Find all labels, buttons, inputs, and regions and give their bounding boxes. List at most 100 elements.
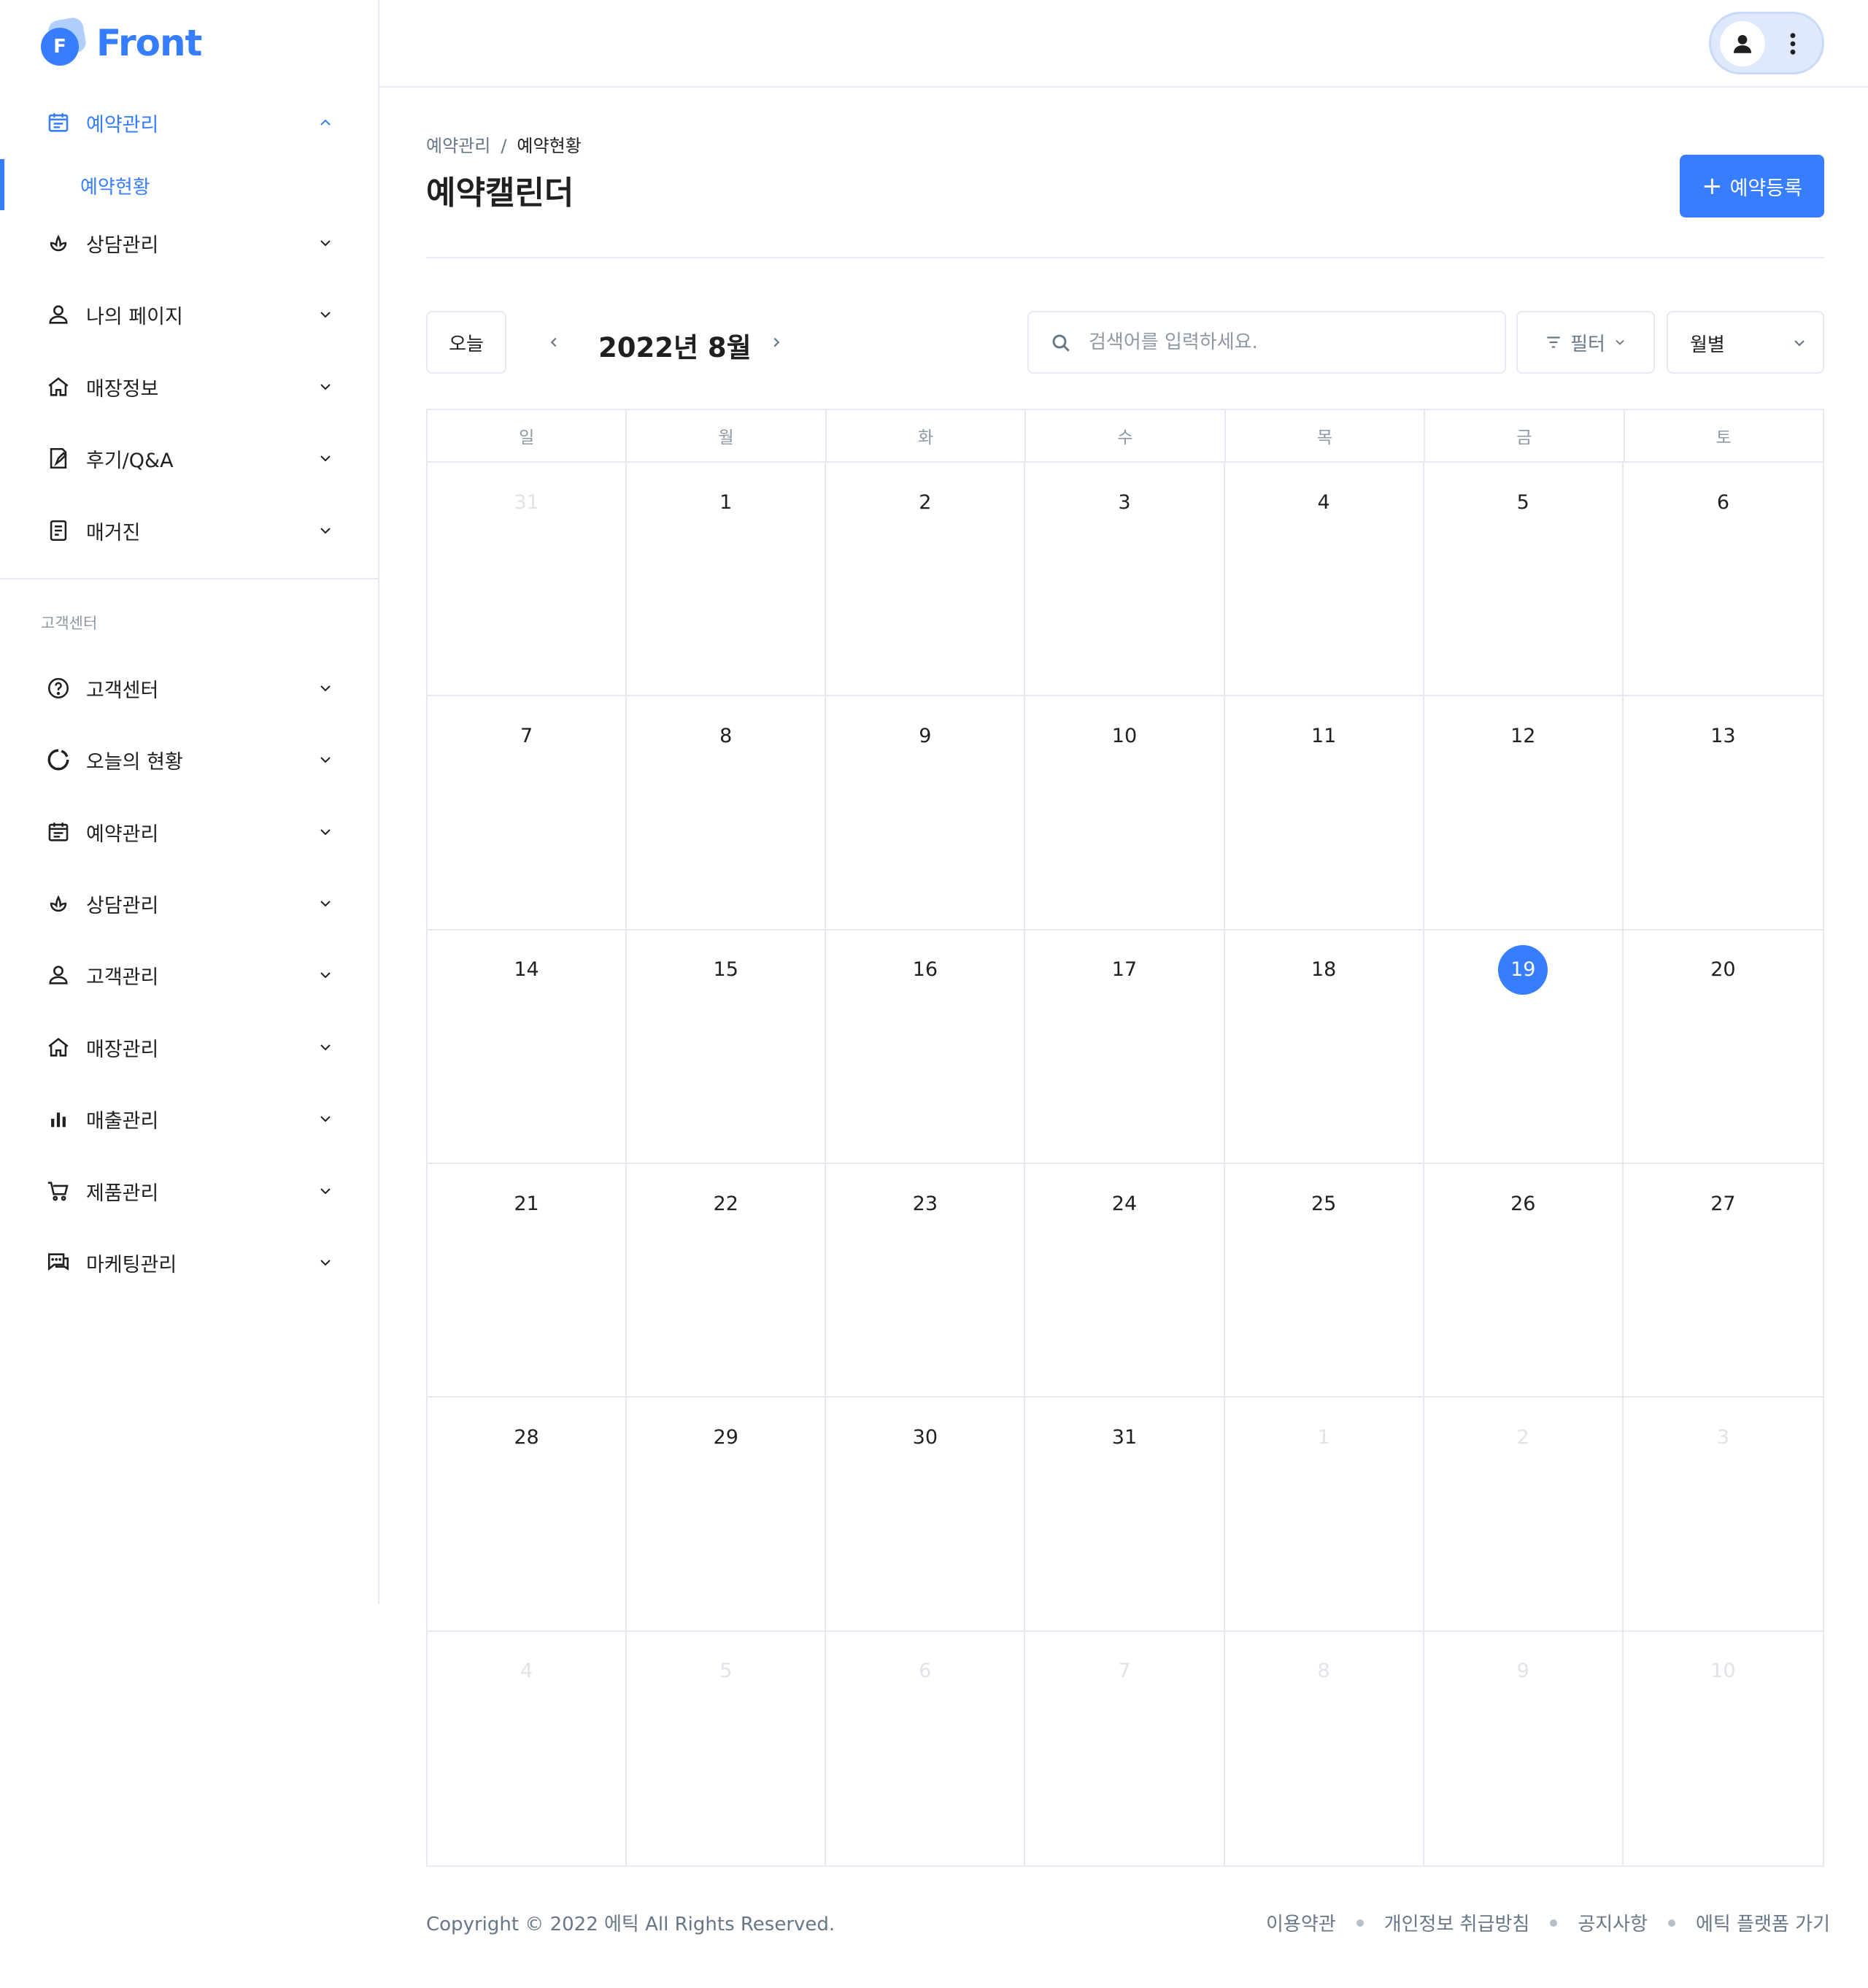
sidebar-item-magazine[interactable]: 매거진: [0, 509, 379, 552]
calendar-day[interactable]: 11: [1224, 696, 1424, 931]
chevron-down-icon: [320, 972, 331, 979]
sidebar-item-store-management[interactable]: 매장관리: [0, 1025, 379, 1069]
calendar-day[interactable]: 8: [1225, 1631, 1424, 1865]
calendar-day[interactable]: 23: [826, 1164, 1026, 1398]
calendar-day[interactable]: 5: [1424, 463, 1624, 697]
person-icon: [45, 301, 72, 328]
view-mode-select[interactable]: 월별: [1667, 311, 1824, 374]
weekday-fri: 금: [1425, 410, 1625, 461]
chevron-down-icon: [320, 384, 331, 390]
sidebar-item-today-status[interactable]: 오늘의 현황: [0, 738, 379, 782]
calendar-day[interactable]: 4: [428, 1631, 628, 1865]
calendar-day[interactable]: 1: [627, 463, 827, 697]
calendar-day[interactable]: 1: [1224, 1398, 1424, 1632]
calendar-day[interactable]: 10: [1025, 696, 1225, 931]
search-input[interactable]: [1089, 325, 1490, 359]
calendar-day[interactable]: 8: [627, 696, 827, 931]
calendar-day[interactable]: 10: [1624, 1632, 1823, 1865]
today-button[interactable]: 오늘: [426, 311, 506, 374]
calendar-day[interactable]: 9: [826, 696, 1026, 931]
calendar-day[interactable]: 25: [1224, 1164, 1424, 1398]
sidebar-item-label: 오늘의 현황: [86, 750, 183, 774]
sidebar-item-reservation[interactable]: 예약관리: [0, 101, 379, 145]
calendar-day[interactable]: 4: [1224, 463, 1424, 697]
calendar-day[interactable]: 28: [428, 1398, 628, 1632]
footer-link-terms[interactable]: 이용약관: [1266, 1909, 1336, 1936]
calendar-day[interactable]: 6: [1623, 463, 1823, 697]
calendar-day-today[interactable]: 19: [1424, 930, 1624, 1164]
chevron-down-icon: [320, 455, 331, 462]
calendar-day[interactable]: 18: [1224, 930, 1424, 1164]
calendar-day[interactable]: 27: [1623, 1164, 1823, 1398]
footer-separator: [1668, 1919, 1676, 1927]
account-menu[interactable]: [1709, 12, 1824, 74]
calendar-day[interactable]: 2: [1424, 1398, 1624, 1632]
calendar-day[interactable]: 31: [428, 463, 628, 697]
day-number: 15: [713, 958, 738, 982]
calendar-day[interactable]: 15: [627, 930, 827, 1164]
weekday-sun: 일: [428, 410, 628, 461]
sidebar-subitem-reservation-status[interactable]: 예약현황: [0, 159, 379, 210]
calendar-day[interactable]: 3: [1025, 463, 1225, 697]
calendar-day[interactable]: 7: [428, 696, 628, 931]
sidebar-item-my-page[interactable]: 나의 페이지: [0, 293, 379, 336]
footer-link-platform[interactable]: 에틱 플랫폼 가기: [1696, 1909, 1830, 1936]
calendar-grid: 31 1 2 3 4 5 6 7 8 9 10 11 12 13 14 15 16 17 18 19 20 21 22 23 2…: [428, 463, 1823, 1865]
home-icon: [45, 374, 72, 400]
prev-month-button[interactable]: [541, 330, 566, 355]
calendar-day[interactable]: 12: [1424, 696, 1624, 931]
calendar-day[interactable]: 6: [826, 1631, 1026, 1865]
brand-logo[interactable]: F Front: [38, 16, 202, 67]
progress-icon: [45, 747, 72, 773]
sidebar-item-customers[interactable]: 고객관리: [0, 953, 379, 997]
day-number: 7: [1118, 1660, 1131, 1683]
calendar-day[interactable]: 30: [826, 1398, 1026, 1632]
plus-icon: +: [1702, 172, 1723, 201]
calendar-day[interactable]: 14: [428, 930, 628, 1164]
calendar-day[interactable]: 13: [1623, 696, 1823, 931]
calendar-day[interactable]: 7: [1025, 1631, 1225, 1865]
view-mode-value: 월별: [1690, 334, 1725, 356]
day-number: 30: [912, 1425, 938, 1449]
sidebar-item-label: 고객센터: [86, 679, 159, 702]
sidebar-item-marketing[interactable]: 마케팅관리: [0, 1241, 379, 1284]
day-number: 27: [1710, 1192, 1736, 1215]
calendar-day[interactable]: 17: [1025, 930, 1225, 1164]
sidebar-section-title: 고객센터: [41, 614, 98, 632]
calendar-day[interactable]: 3: [1623, 1398, 1823, 1632]
footer-link-privacy[interactable]: 개인정보 취급방침: [1384, 1909, 1530, 1936]
day-number: 19: [1498, 944, 1548, 995]
footer-link-notice[interactable]: 공지사항: [1578, 1909, 1648, 1936]
sidebar-item-customer-center[interactable]: 고객센터: [0, 666, 379, 710]
calendar-day[interactable]: 9: [1424, 1631, 1624, 1865]
calendar-day[interactable]: 29: [627, 1398, 827, 1632]
calendar-day[interactable]: 21: [428, 1164, 628, 1398]
breadcrumb-parent[interactable]: 예약관리: [426, 136, 490, 156]
filter-button[interactable]: 필터: [1516, 311, 1655, 374]
calendar-day[interactable]: 22: [627, 1164, 827, 1398]
user-icon[interactable]: [1720, 21, 1765, 66]
sidebar-item-consultation[interactable]: 상담관리: [0, 221, 379, 265]
weekday-mon: 월: [627, 410, 827, 461]
kebab-icon[interactable]: [1784, 30, 1802, 58]
chevron-down-icon: [320, 901, 331, 907]
current-month: 2022년 8월: [598, 332, 752, 363]
sidebar-item-consultation-2[interactable]: 상담관리: [0, 882, 379, 925]
sidebar-item-store-info[interactable]: 매장정보: [0, 365, 379, 409]
calendar-day[interactable]: 16: [826, 930, 1026, 1164]
calendar-day[interactable]: 5: [627, 1631, 827, 1865]
active-indicator: [0, 159, 4, 210]
sidebar-item-reservation-2[interactable]: 예약관리: [0, 810, 379, 854]
sidebar-item-products[interactable]: 제품관리: [0, 1169, 379, 1213]
chevron-down-icon: [320, 829, 331, 836]
calendar-day[interactable]: 26: [1424, 1164, 1624, 1398]
day-number: 28: [514, 1425, 539, 1449]
calendar-day[interactable]: 2: [826, 463, 1026, 697]
sidebar-item-sales[interactable]: 매출관리: [0, 1097, 379, 1141]
calendar-day[interactable]: 31: [1025, 1398, 1225, 1632]
calendar-day[interactable]: 24: [1025, 1164, 1225, 1398]
next-month-button[interactable]: [764, 330, 789, 355]
sidebar-item-review-qa[interactable]: 후기/Q&A: [0, 436, 379, 480]
add-reservation-button[interactable]: + 예약등록: [1680, 155, 1824, 217]
calendar-day[interactable]: 20: [1623, 931, 1823, 1164]
